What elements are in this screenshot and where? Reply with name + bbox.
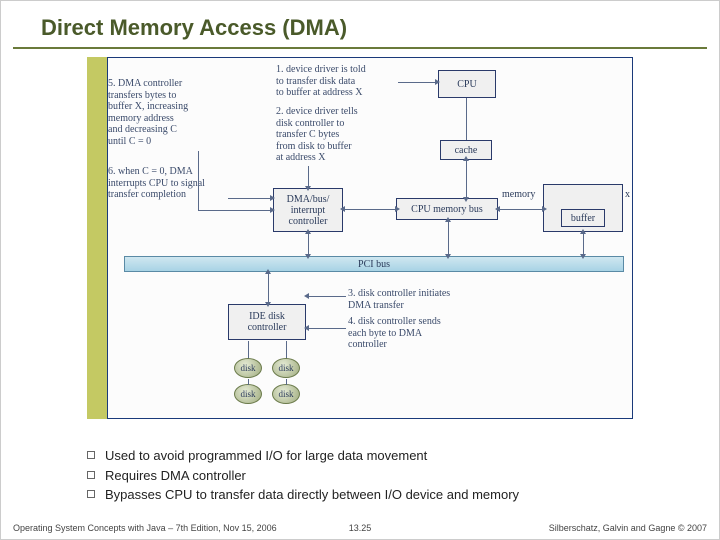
bullet-text: Bypasses CPU to transfer data directly b…: [105, 486, 519, 504]
line-disk13: [248, 379, 249, 385]
bullet-icon: [87, 471, 95, 479]
step-2-text: 2. device driver tells disk controller t…: [276, 106, 396, 164]
step-3-text: 3. disk controller initiates DMA transfe…: [348, 288, 498, 311]
disk-4: disk: [272, 384, 300, 404]
line-bus-memory: [499, 209, 543, 210]
arrow-step4: [308, 328, 346, 329]
bullet-list: Used to avoid programmed I/O for large d…: [87, 447, 519, 506]
line-ide-disk2: [286, 341, 287, 359]
diagram-container: 1. device driver is told to transfer dis…: [87, 57, 633, 419]
bullet-text: Requires DMA controller: [105, 467, 246, 485]
disk-3: disk: [234, 384, 262, 404]
step-4-text: 4. disk controller sends each byte to DM…: [348, 316, 498, 351]
arrow-step5: [198, 210, 271, 211]
memory-box: memory x buffer: [543, 184, 623, 232]
line-disk24: [286, 379, 287, 385]
disk-2: disk: [272, 358, 300, 378]
line-memory-pci: [583, 233, 584, 255]
bullet-text: Used to avoid programmed I/O for large d…: [105, 447, 427, 465]
ide-controller-box: IDE disk controller: [228, 304, 306, 340]
step-5-text: 5. DMA controller transfers bytes to buf…: [108, 78, 218, 147]
step-1-text: 1. device driver is told to transfer dis…: [276, 64, 396, 99]
bullet-icon: [87, 451, 95, 459]
line-step5-v: [198, 151, 199, 211]
footer-center: 13.25: [349, 523, 372, 533]
page-title: Direct Memory Access (DMA): [13, 1, 707, 49]
line-dma-pci: [308, 233, 309, 255]
line-bus-pci: [448, 221, 449, 255]
footer-right: Silberschatz, Galvin and Gagne © 2007: [549, 523, 707, 533]
dma-diagram: 1. device driver is told to transfer dis…: [107, 57, 633, 419]
line-ide-disk1: [248, 341, 249, 359]
arrow-step2: [308, 166, 309, 187]
buffer-box: buffer: [561, 209, 605, 227]
list-item: Requires DMA controller: [87, 467, 519, 485]
line-cpu-cache: [466, 98, 467, 140]
line-dma-bus: [344, 209, 396, 210]
memory-label: memory: [502, 189, 535, 200]
bullet-icon: [87, 490, 95, 498]
line-cache-bus: [466, 160, 467, 198]
arrow-step6: [228, 198, 271, 199]
dma-controller-box: DMA/bus/ interrupt controller: [273, 188, 343, 232]
side-stripe: [87, 57, 107, 419]
list-item: Bypasses CPU to transfer data directly b…: [87, 486, 519, 504]
footer-left: Operating System Concepts with Java – 7t…: [13, 523, 277, 533]
disk-1: disk: [234, 358, 262, 378]
step-6-text: 6. when C = 0, DMA interrupts CPU to sig…: [108, 166, 228, 201]
arrow-step1: [398, 82, 436, 83]
line-pci-ide: [268, 273, 269, 303]
slide-footer: Operating System Concepts with Java – 7t…: [13, 523, 707, 533]
arrow-step3: [308, 296, 346, 297]
list-item: Used to avoid programmed I/O for large d…: [87, 447, 519, 465]
pci-bus-box: PCI bus: [124, 256, 624, 272]
cpu-box: CPU: [438, 70, 496, 98]
x-label: x: [625, 189, 630, 200]
